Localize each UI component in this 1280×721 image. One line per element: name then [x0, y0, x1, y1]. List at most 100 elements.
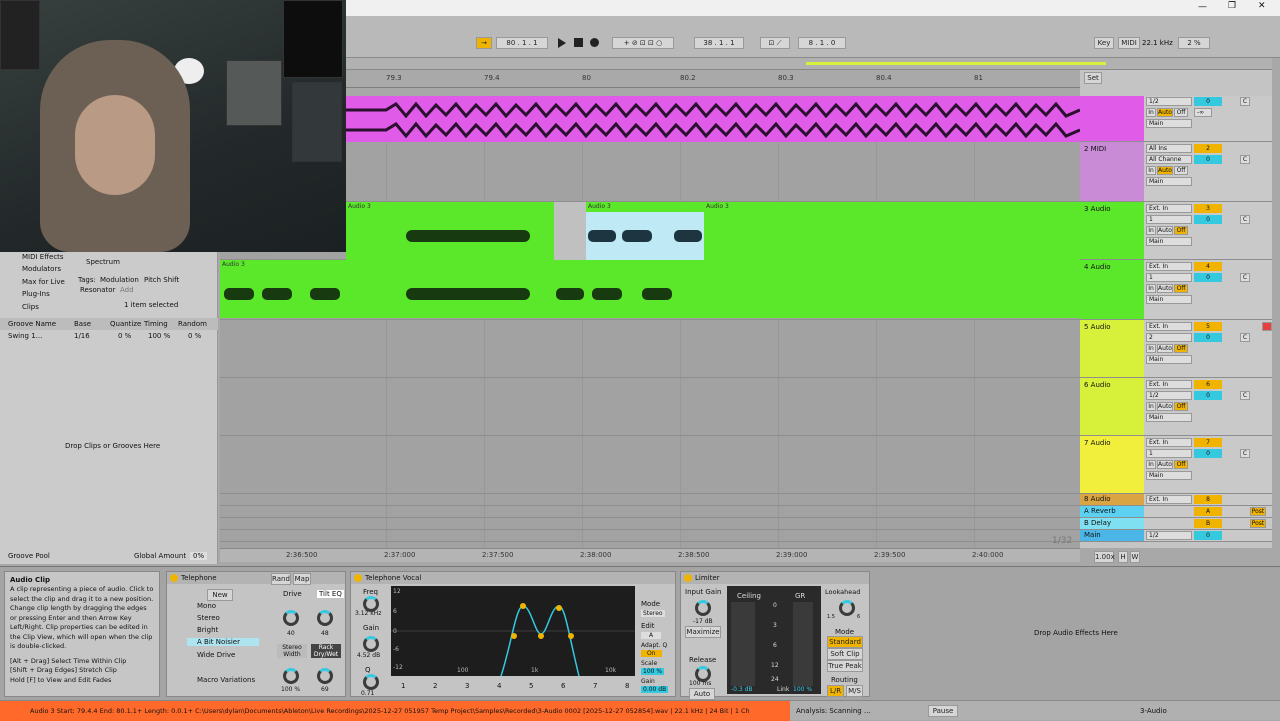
track-header-8[interactable]: 8 Audio Ext. In 8 [1080, 494, 1272, 506]
track-name[interactable]: 6 Audio [1080, 378, 1144, 435]
monitor-auto[interactable]: Auto [1157, 166, 1173, 175]
beat-ruler[interactable]: 79.3 79.4 80 80.2 80.3 80.4 81 [346, 70, 1080, 88]
freq-knob[interactable] [363, 596, 379, 612]
groove-row[interactable]: Swing 1... 1/16 0 % 100 % 0 % [0, 331, 218, 341]
track-name[interactable]: 3 Audio [1080, 202, 1144, 259]
crossfade-button[interactable]: C [1240, 273, 1250, 282]
input-channel-select[interactable]: 1/2 [1146, 391, 1192, 400]
monitor-off[interactable]: Off [1174, 284, 1188, 293]
stereo-width-knob[interactable] [283, 668, 299, 684]
output-select[interactable]: Main [1146, 471, 1192, 480]
scale-value[interactable]: 100 % [641, 668, 665, 675]
track-lane-3[interactable]: Audio 3 Audio 3 Audio 3 [220, 202, 1080, 260]
monitor-off[interactable]: Off [1174, 402, 1188, 411]
limiter-device[interactable]: Limiter Input Gain -17 dB Maximize Relea… [680, 571, 870, 700]
monitor-auto[interactable]: Auto [1157, 226, 1173, 235]
grid-zoom[interactable]: 1/32 [1052, 536, 1072, 546]
band-2[interactable]: 2 [433, 682, 437, 690]
dry-wet-knob[interactable] [317, 668, 333, 684]
lookahead-knob[interactable] [839, 600, 855, 616]
input-type-select[interactable]: All Ins [1146, 144, 1192, 153]
monitor-off[interactable]: Off [1174, 108, 1188, 117]
track-name[interactable]: A Reverb [1080, 506, 1144, 517]
monitor-in[interactable]: In [1146, 402, 1156, 411]
input-channel-select[interactable]: All Channe [1146, 155, 1192, 164]
track-name[interactable]: 4 Audio [1080, 260, 1144, 319]
main-track[interactable]: Main 1/2 0 [1080, 530, 1272, 542]
send-a[interactable]: -∞ [1194, 108, 1212, 117]
browser-item-midi-effects[interactable]: MIDI Effects [22, 253, 64, 261]
band-1[interactable]: 1 [401, 682, 405, 690]
rand-button[interactable]: Rand [271, 573, 291, 585]
output-select[interactable]: Main [1146, 237, 1192, 246]
band-4[interactable]: 4 [497, 682, 501, 690]
monitor-off[interactable]: Off [1174, 226, 1188, 235]
track-number[interactable]: 6 [1194, 380, 1222, 389]
groove-base[interactable]: 1/16 [74, 332, 90, 340]
track-number[interactable]: 5 [1194, 322, 1222, 331]
maximize-button[interactable]: Maximize [685, 626, 721, 638]
punch-tools[interactable]: ⊡ ⟋ [760, 37, 790, 49]
track-number[interactable]: 2 [1194, 144, 1222, 153]
input-type-select[interactable]: Ext. In [1146, 204, 1192, 213]
track-lane-7[interactable] [220, 436, 1080, 494]
drop-effects-zone[interactable]: Drop Audio Effects Here [1034, 629, 1118, 637]
input-type-select[interactable]: Ext. In [1146, 380, 1192, 389]
browser-item-max-for-live[interactable]: Max for Live [22, 278, 65, 286]
map-button[interactable]: Map [293, 573, 311, 585]
input-gain-knob[interactable] [695, 600, 711, 616]
monitor-auto[interactable]: Auto [1157, 108, 1173, 117]
maximize-button[interactable]: ❐ [1228, 1, 1236, 11]
gain-out-value[interactable]: 0.00 dB [641, 686, 669, 693]
arm-button[interactable] [1262, 322, 1272, 331]
monitor-in[interactable]: In [1146, 284, 1156, 293]
global-amount-value[interactable]: 0% [190, 552, 208, 560]
crossfade-button[interactable]: C [1240, 449, 1250, 458]
tag-pitch-shift[interactable]: Pitch Shift [144, 276, 179, 284]
crossfade-button[interactable]: C [1240, 333, 1250, 342]
monitor-in[interactable]: In [1146, 108, 1156, 117]
volume-value[interactable]: 0 [1194, 333, 1222, 342]
monitor-auto[interactable]: Auto [1157, 402, 1173, 411]
track-header-6[interactable]: 6 Audio Ext. In 1/2 6 0 C In Auto Off Ma… [1080, 378, 1272, 436]
ceiling-slider[interactable] [731, 602, 755, 686]
monitor-auto[interactable]: Auto [1157, 460, 1173, 469]
drive-knob[interactable] [283, 610, 299, 626]
track-header-3[interactable]: 3 Audio Ext. In 1 3 0 C In Auto Off Main [1080, 202, 1272, 260]
midi-map-button[interactable]: MIDI [1118, 37, 1140, 49]
telephone-vocal-eq[interactable]: Telephone Vocal Freq 3.12 kHz Gain 4.52 … [350, 571, 676, 697]
track-header-1[interactable]: 1/2 0 C In Auto Off -∞ Main [1080, 96, 1272, 142]
edit-select[interactable]: A [641, 632, 662, 639]
monitor-in[interactable]: In [1146, 226, 1156, 235]
track-lane-6[interactable] [220, 378, 1080, 436]
routing-lr[interactable]: L/R [827, 685, 844, 697]
groove-quantize[interactable]: 0 % [118, 332, 131, 340]
post-button[interactable]: Post [1250, 507, 1266, 516]
band-3[interactable]: 3 [465, 682, 469, 690]
loop-length[interactable]: 8 . 1 . 0 [798, 37, 846, 49]
track-lane-2[interactable] [220, 142, 1080, 202]
mode-soft-clip[interactable]: Soft Clip [827, 648, 863, 660]
record-icon[interactable] [590, 38, 599, 47]
song-position[interactable]: 80 . 1 . 1 [496, 37, 548, 49]
browser-result-spectrum[interactable]: Spectrum [86, 258, 120, 266]
track-header-2[interactable]: 2 MIDI All Ins All Channe 2 0 C In Auto … [1080, 142, 1272, 202]
browser-item-modulators[interactable]: Modulators [22, 265, 61, 273]
track-lane-4[interactable]: Audio 3 [220, 260, 1080, 320]
time-ruler[interactable]: 2:36:500 2:37:000 2:37:500 2:38:000 2:38… [220, 548, 1080, 562]
track-name[interactable]: 8 Audio [1080, 494, 1144, 505]
eq-display[interactable] [391, 586, 635, 676]
monitor-off[interactable]: Off [1174, 460, 1188, 469]
volume-value[interactable]: 0 [1194, 531, 1222, 540]
browser-item-plugins[interactable]: Plug-Ins [22, 290, 50, 298]
input-channel-select[interactable]: 1 [1146, 215, 1192, 224]
volume-value[interactable]: 0 [1194, 391, 1222, 400]
mode-true-peak[interactable]: True Peak [827, 660, 863, 672]
band-8[interactable]: 8 [625, 682, 629, 690]
output-select[interactable]: Main [1146, 177, 1192, 186]
adapt-q-toggle[interactable]: On [641, 650, 662, 657]
volume-value[interactable]: 0 [1194, 273, 1222, 282]
band-5[interactable]: 5 [529, 682, 533, 690]
return-track-b[interactable]: B Delay B Post [1080, 518, 1272, 530]
mode-select[interactable]: Stereo [641, 610, 665, 617]
